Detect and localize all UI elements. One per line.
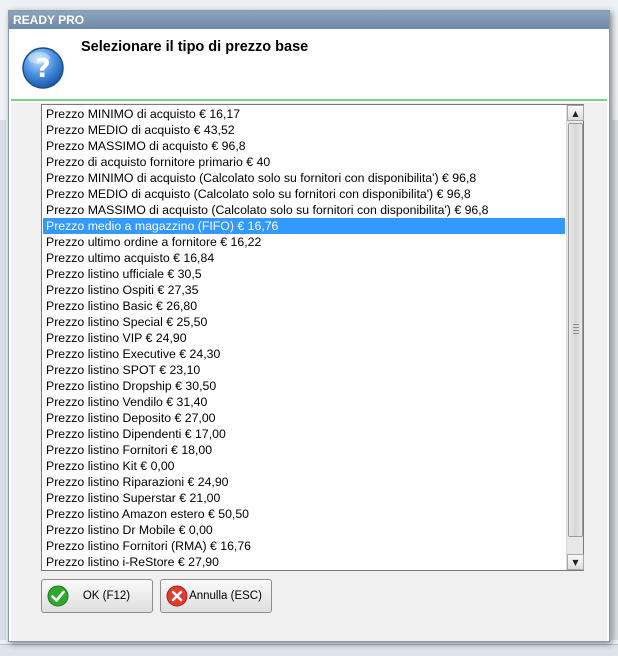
scroll-thumb[interactable] — [568, 123, 583, 537]
svg-text:?: ? — [35, 54, 50, 84]
dialog-title: READY PRO — [13, 13, 85, 27]
list-item[interactable]: Prezzo MINIMO di acquisto (Calcolato sol… — [43, 170, 565, 186]
list-item[interactable]: Prezzo listino Dipendenti € 17,00 — [43, 426, 565, 442]
price-type-listbox[interactable]: Prezzo MINIMO di acquisto € 16,17 Prezzo … — [41, 104, 584, 571]
list-item[interactable]: Prezzo listino Kit € 0,00 — [43, 458, 565, 474]
background-left-edge — [0, 120, 6, 640]
list-item[interactable]: Prezzo ultimo ordine a fornitore € 16,22 — [43, 234, 565, 250]
listbox-scrollbar[interactable]: ▲ ▼ — [566, 105, 584, 570]
list-item[interactable]: Prezzo listino ufficiale € 30,5 — [43, 266, 565, 282]
list-item[interactable]: Prezzo listino Dropship € 30,50 — [43, 378, 565, 394]
scroll-grip-icon — [573, 324, 579, 334]
list-item[interactable]: Prezzo medio a magazzino (FIFO) € 16,76 — [43, 218, 565, 234]
ok-button-label: OK (F12) — [82, 590, 131, 602]
cancel-button[interactable]: Annulla (ESC) — [160, 579, 272, 613]
list-item[interactable]: Prezzo MINIMO di acquisto € 16,17 — [43, 106, 565, 122]
list-item[interactable]: Prezzo listino Basic € 26,80 — [43, 298, 565, 314]
dialog-window: READY PRO ? Selezionare il tipo di prezz… — [8, 10, 610, 642]
list-item[interactable]: Prezzo listino Ospiti € 27,35 — [43, 282, 565, 298]
list-item[interactable]: Prezzo listino Riparazioni € 24,90 — [43, 474, 565, 490]
arrow-up-icon: ▲ — [572, 108, 579, 118]
list-item[interactable]: Prezzo listino Amazon estero € 50,50 — [43, 506, 565, 522]
question-icon: ? — [22, 47, 64, 89]
list-item[interactable]: Prezzo MEDIO di acquisto € 43,52 — [43, 122, 565, 138]
list-item[interactable]: Prezzo listino Fornitori € 18,00 — [43, 442, 565, 458]
list-item[interactable]: Prezzo listino Fornitori (RMA) € 16,76 — [43, 538, 565, 554]
cancel-button-label: Annulla (ESC) — [189, 590, 262, 602]
list-item[interactable]: Prezzo di acquisto fornitore primario € … — [43, 154, 565, 170]
list-item[interactable]: Prezzo listino i-ReStore € 27,90 — [43, 554, 565, 569]
dialog-header: ? Selezionare il tipo di prezzo base — [11, 31, 607, 101]
background-bottom-strip — [0, 644, 618, 656]
list-item[interactable]: Prezzo MASSIMO di acquisto (Calcolato so… — [43, 202, 565, 218]
scroll-down-button[interactable]: ▼ — [567, 554, 584, 570]
dialog-body: Prezzo MINIMO di acquisto € 16,17 Prezzo … — [11, 103, 607, 641]
list-item[interactable]: Prezzo listino VIP € 24,90 — [43, 330, 565, 346]
ok-button[interactable]: OK (F12) — [41, 579, 153, 613]
check-icon — [47, 585, 69, 607]
list-item[interactable]: Prezzo listino Deposito € 27,00 — [43, 410, 565, 426]
list-item[interactable]: Prezzo listino SPOT € 23,10 — [43, 362, 565, 378]
list-item[interactable]: Prezzo listino Dr Mobile € 0,00 — [43, 522, 565, 538]
price-type-list: Prezzo MINIMO di acquisto € 16,17 Prezzo … — [43, 106, 565, 569]
list-item[interactable]: Prezzo listino Special € 25,50 — [43, 314, 565, 330]
list-item[interactable]: Prezzo ultimo acquisto € 16,84 — [43, 250, 565, 266]
list-item[interactable]: Prezzo MEDIO di acquisto (Calcolato solo… — [43, 186, 565, 202]
list-item[interactable]: Prezzo listino Executive € 24,30 — [43, 346, 565, 362]
dialog-title-bar[interactable]: READY PRO — [9, 11, 609, 29]
list-item[interactable]: Prezzo listino Superstar € 21,00 — [43, 490, 565, 506]
cancel-icon — [166, 585, 188, 607]
dialog-heading: Selezionare il tipo di prezzo base — [81, 39, 309, 55]
list-item[interactable]: Prezzo listino Vendilo € 31,40 — [43, 394, 565, 410]
list-item[interactable]: Prezzo MASSIMO di acquisto € 96,8 — [43, 138, 565, 154]
arrow-down-icon: ▼ — [572, 557, 579, 567]
background-right-edge — [612, 120, 618, 640]
scroll-up-button[interactable]: ▲ — [567, 105, 584, 121]
